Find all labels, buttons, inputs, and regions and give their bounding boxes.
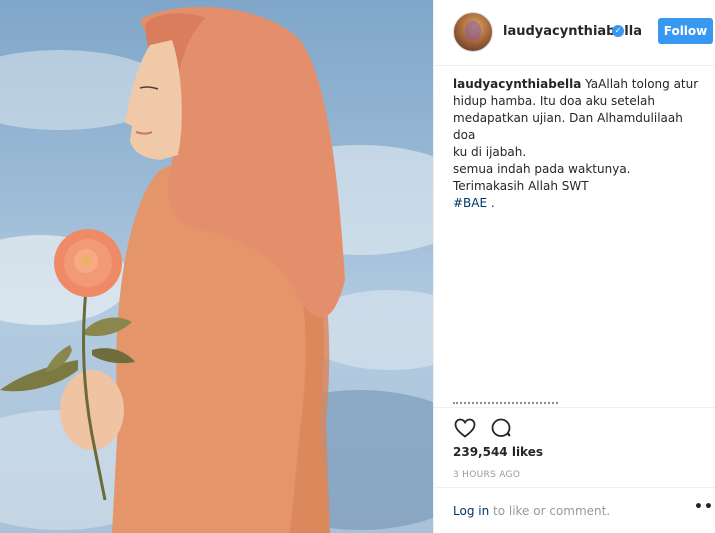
caption-line-1: YaAllah tolong atur xyxy=(585,77,699,91)
heart-icon[interactable] xyxy=(453,416,477,440)
login-prompt-rest: to like or comment. xyxy=(489,504,611,518)
caption-line-5: semua indah pada waktunya. xyxy=(453,162,631,176)
load-more-comments-indicator xyxy=(453,402,558,406)
likes-count[interactable]: 239,544 likes xyxy=(453,445,543,459)
footer-divider xyxy=(434,487,715,488)
hashtag-suffix: . xyxy=(487,196,495,210)
follow-button[interactable]: Follow xyxy=(658,18,713,44)
post-header: laudyacynthiabella ✓ Follow xyxy=(434,0,715,66)
caption-line-2: hidup hamba. Itu doa aku setelah xyxy=(453,94,656,108)
actions-divider xyxy=(434,407,715,408)
caption-line-6: Terimakasih Allah SWT xyxy=(453,179,589,193)
post-photo[interactable] xyxy=(0,0,433,533)
login-prompt: Log in to like or comment. xyxy=(453,504,610,518)
caption-line-4: ku di ijabah. xyxy=(453,145,527,159)
comment-icon[interactable] xyxy=(489,416,513,440)
post-side-panel: laudyacynthiabella ✓ Follow laudyacynthi… xyxy=(433,0,715,533)
caption-line-3: medapatkan ujian. Dan Alhamdulilaah doa xyxy=(453,111,683,142)
caption-hashtag-line: #BAE . xyxy=(453,195,703,212)
post-caption: laudyacynthiabella YaAllah tolong atur h… xyxy=(453,76,703,212)
post-timestamp[interactable]: 3 HOURS AGO xyxy=(453,470,520,480)
verified-badge-icon: ✓ xyxy=(612,25,624,37)
photo-illustration xyxy=(0,6,433,533)
hashtag-link[interactable]: #BAE xyxy=(453,196,487,210)
avatar[interactable] xyxy=(453,12,493,52)
more-options-icon[interactable]: ••• xyxy=(694,499,715,515)
login-link[interactable]: Log in xyxy=(453,504,489,518)
caption-username[interactable]: laudyacynthiabella xyxy=(453,77,581,91)
